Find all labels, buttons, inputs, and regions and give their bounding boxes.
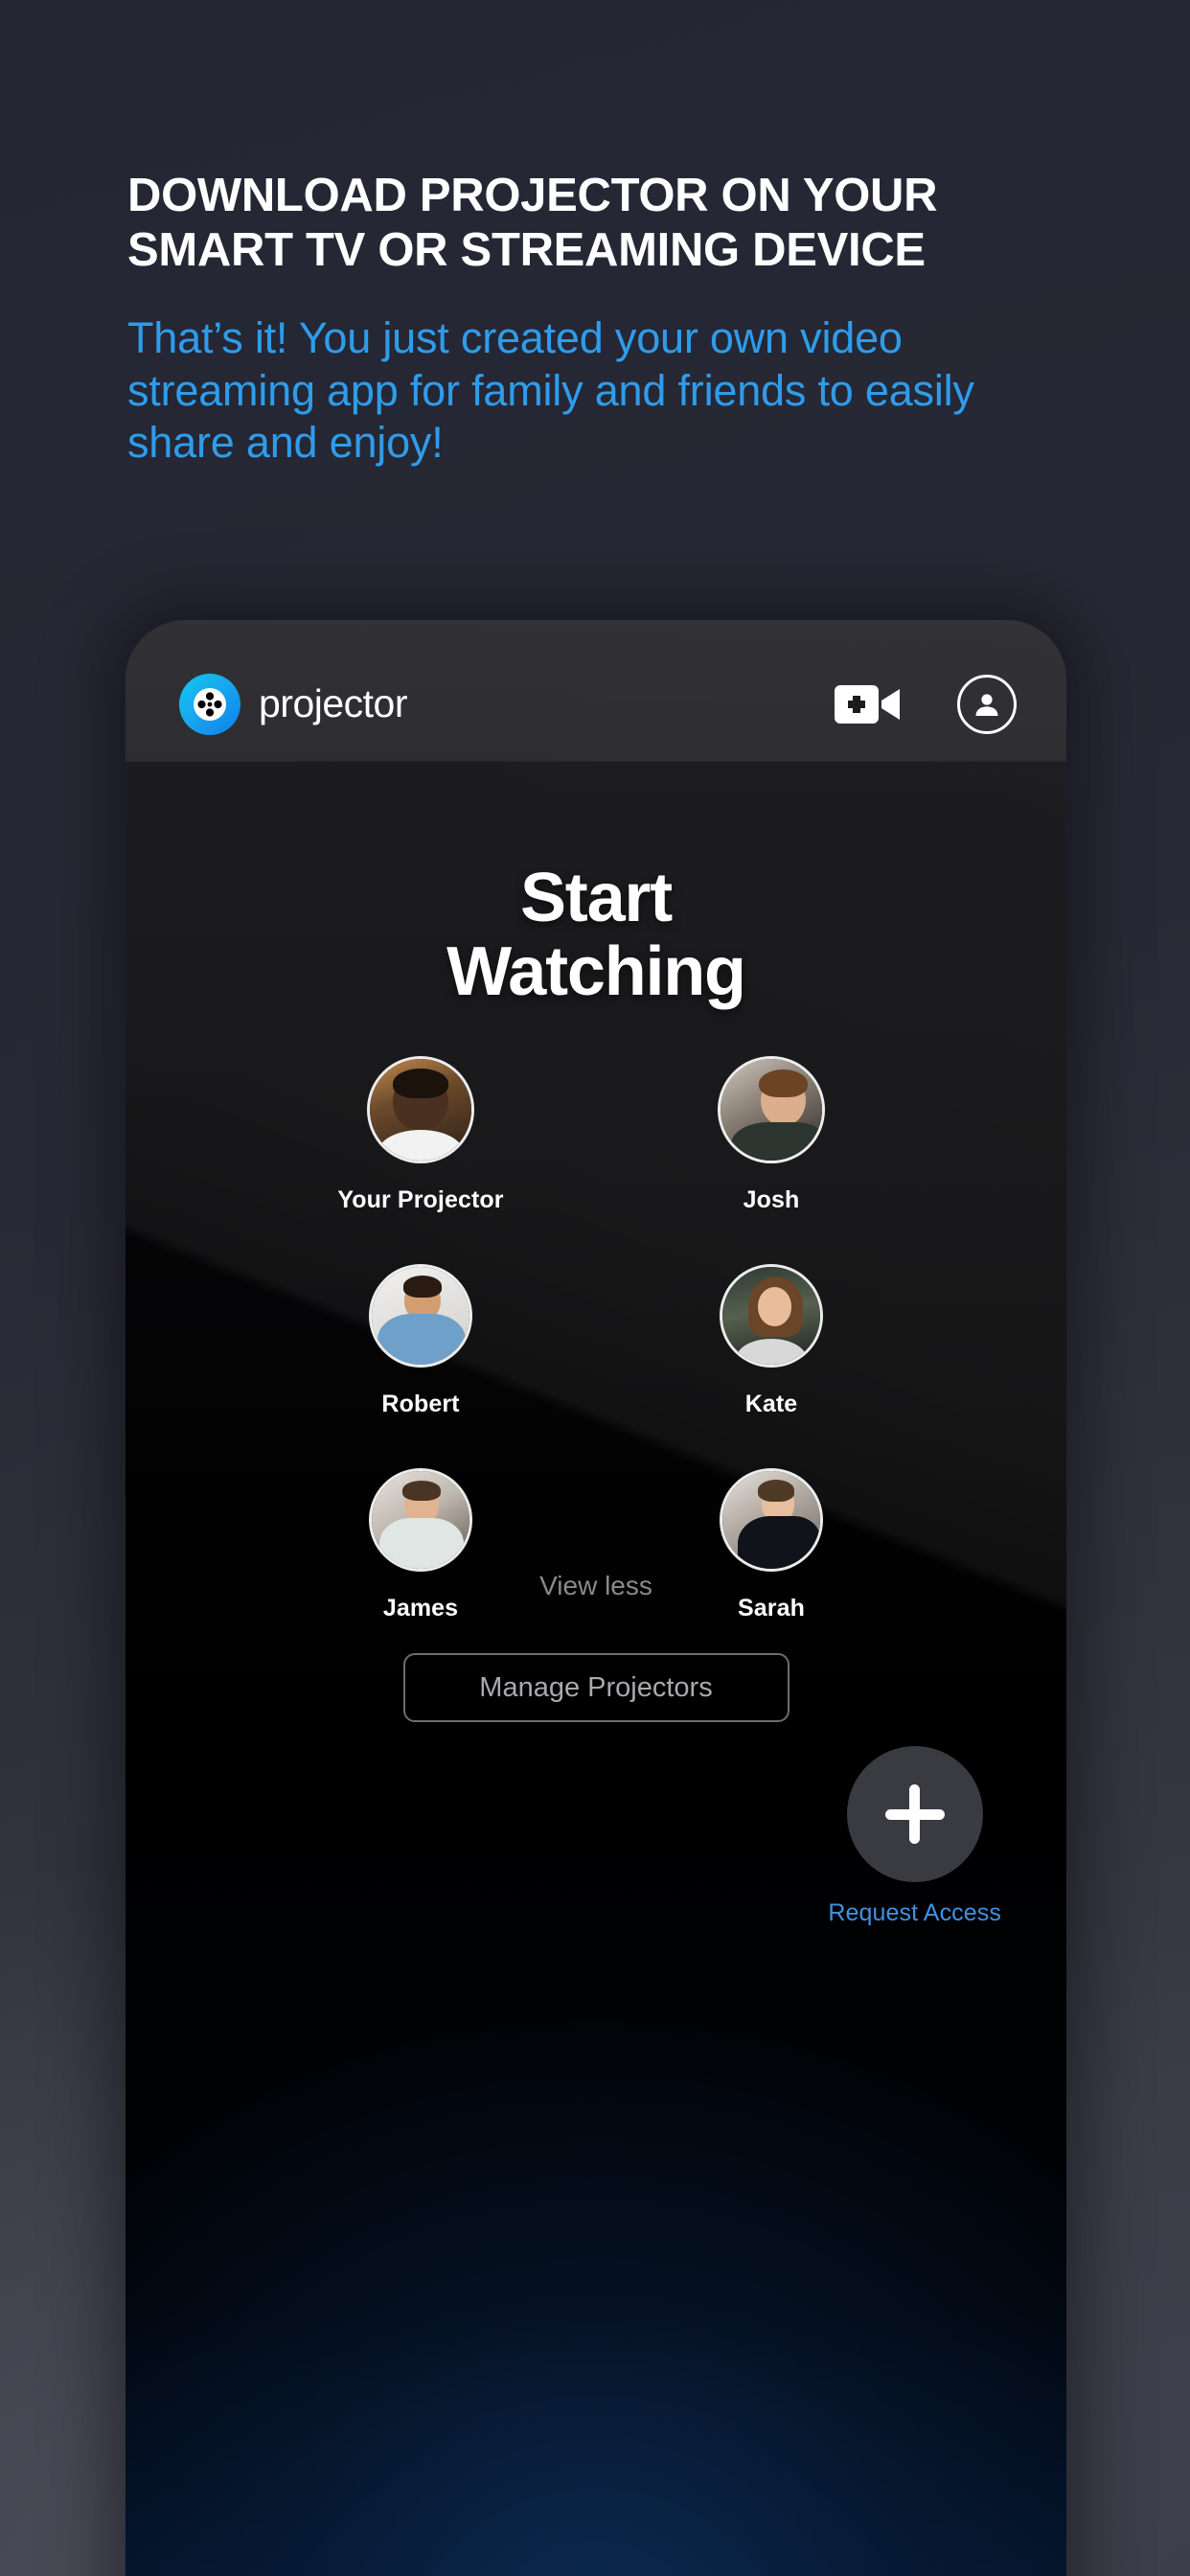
projector-item[interactable]: Josh — [596, 1056, 947, 1214]
phone-mockup: projector Start Watching Your Projector … — [126, 620, 1066, 2576]
header-actions — [835, 674, 1017, 734]
brand-logo: projector — [179, 673, 408, 735]
avatar[interactable] — [720, 1468, 823, 1572]
plus-icon — [884, 1784, 945, 1844]
projector-name: Kate — [744, 1391, 798, 1417]
avatar[interactable] — [367, 1056, 474, 1163]
manage-projectors-button[interactable]: Manage Projectors — [402, 1653, 790, 1722]
person-circle-icon[interactable] — [957, 674, 1017, 734]
request-access-label: Request Access — [828, 1899, 1001, 1926]
brand-name: projector — [259, 681, 408, 725]
request-access-fab[interactable] — [846, 1746, 983, 1882]
promo-copy: DOWNLOAD PROJECTOR ON YOUR SMART TV OR S… — [127, 169, 1095, 470]
projector-item[interactable]: Kate — [596, 1264, 947, 1418]
page-title: Start Watching — [126, 860, 1066, 1011]
headline-line-1: Start — [519, 860, 673, 936]
promo-subtitle: That’s it! You just created your own vid… — [127, 312, 974, 468]
projector-item[interactable]: Robert — [245, 1264, 596, 1418]
view-less-link[interactable]: View less — [126, 1571, 1066, 1601]
app-screen: projector Start Watching Your Projector … — [126, 620, 1066, 2576]
projector-grid: Your Projector Josh Robert Kate James Sa… — [245, 1056, 947, 1622]
app-header: projector — [126, 620, 1066, 788]
request-access-wrap: Request Access — [828, 1746, 1001, 1927]
film-reel-icon — [179, 673, 240, 735]
avatar[interactable] — [720, 1264, 823, 1368]
promo-title: DOWNLOAD PROJECTOR ON YOUR SMART TV OR S… — [127, 170, 938, 276]
headline-line-2: Watching — [446, 933, 746, 1011]
avatar[interactable] — [369, 1468, 472, 1572]
video-camera-plus-icon[interactable] — [835, 681, 902, 727]
projector-name: Your Projector — [337, 1186, 504, 1213]
avatar[interactable] — [369, 1264, 472, 1368]
projector-item[interactable]: Your Projector — [245, 1056, 596, 1214]
avatar[interactable] — [718, 1056, 825, 1163]
promo-screenshot: DOWNLOAD PROJECTOR ON YOUR SMART TV OR S… — [0, 0, 1190, 2576]
projector-name: Robert — [381, 1391, 460, 1417]
projector-name: Josh — [743, 1186, 800, 1213]
manage-projectors-wrap: Manage Projectors — [126, 1653, 1066, 1722]
